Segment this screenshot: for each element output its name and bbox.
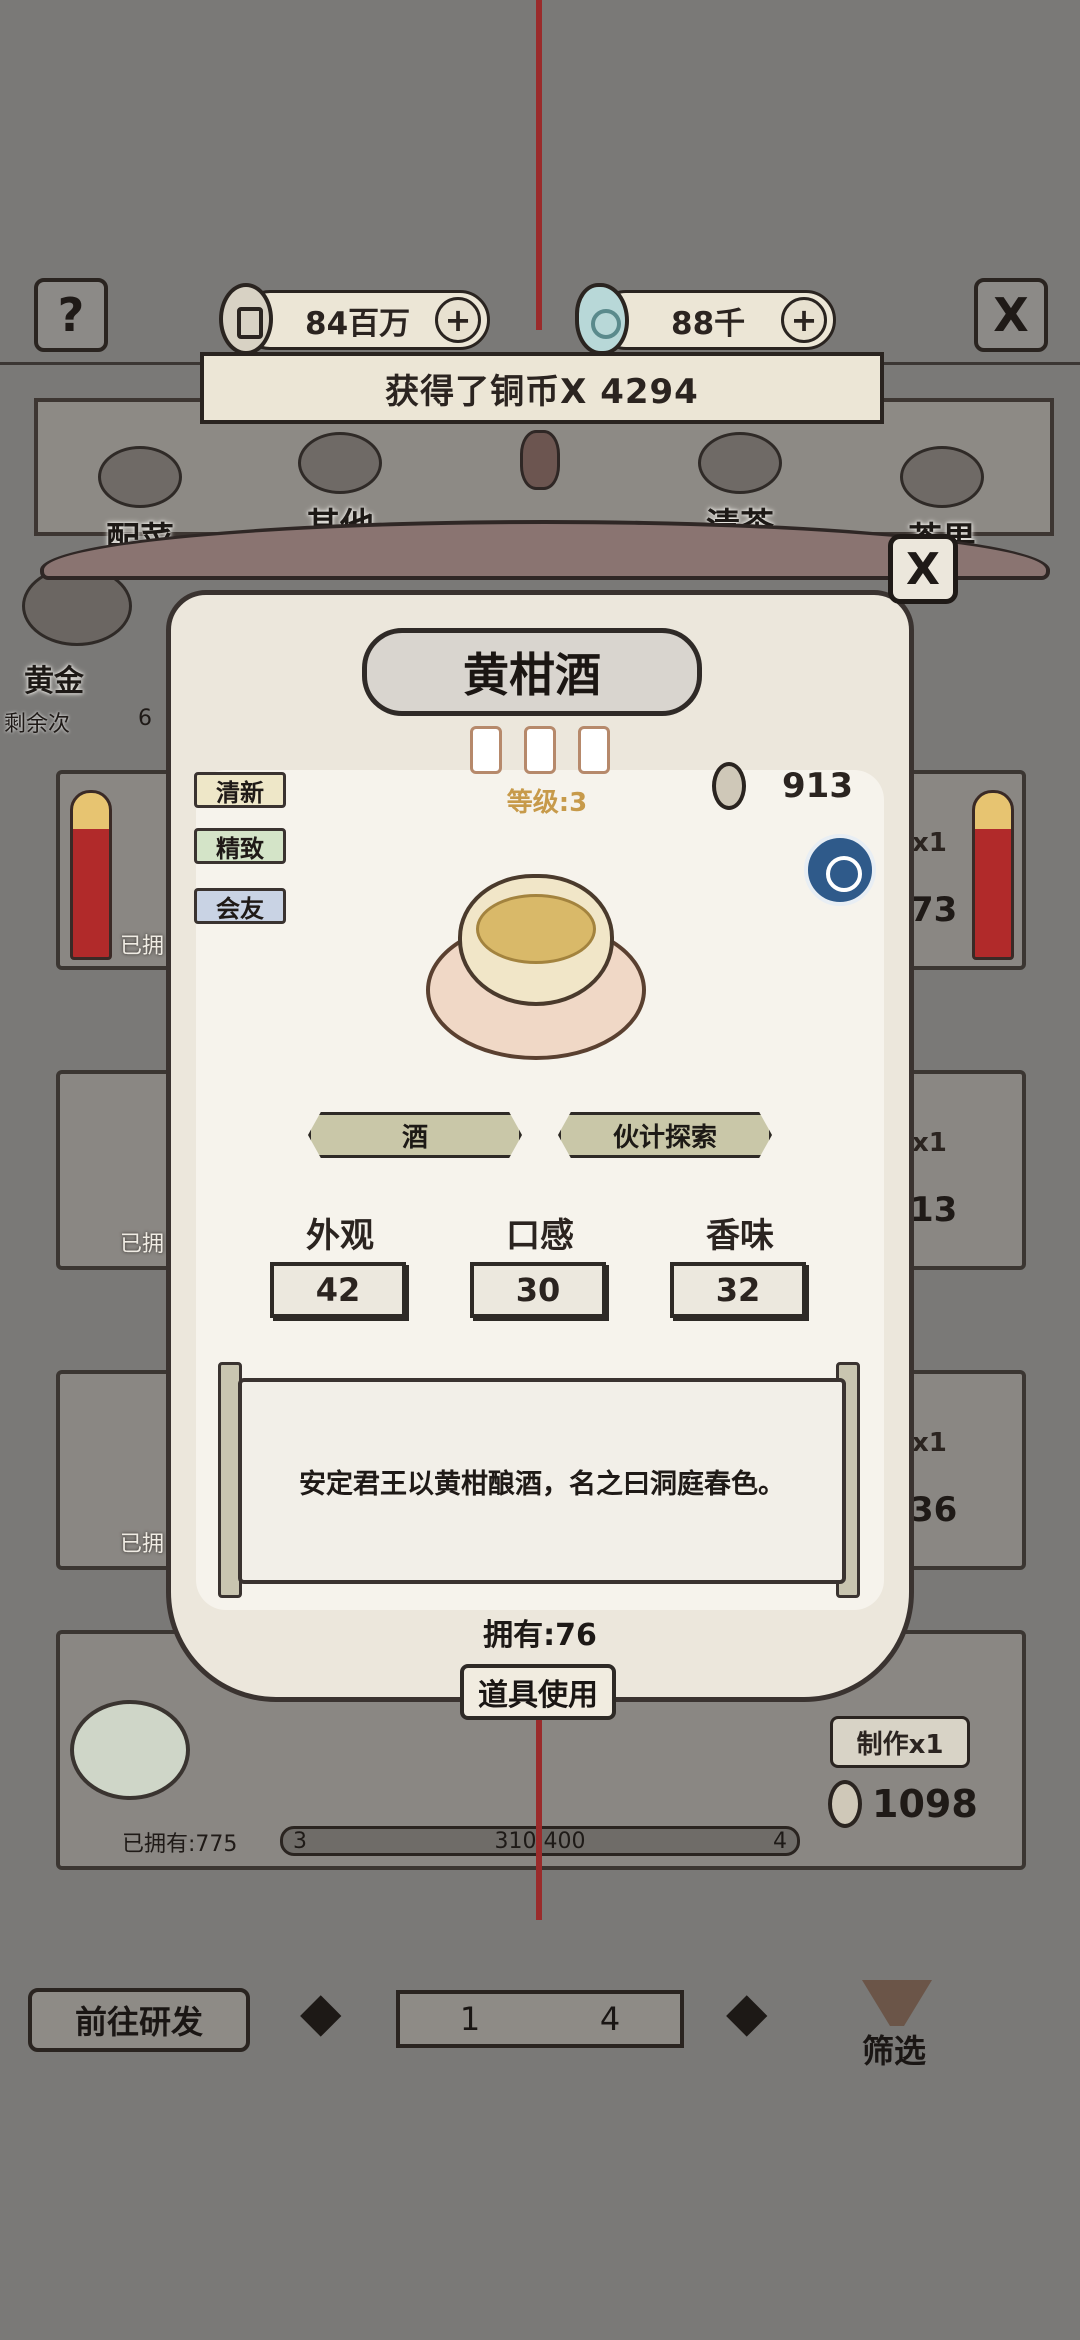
hanging-cord [536,0,542,330]
copper-plus-button[interactable]: + [435,297,481,343]
page-total: 4 [599,2000,621,2038]
partial-item-name: 黄金 [24,664,84,699]
funnel-icon [862,1980,932,2026]
card-price: 13 [910,1190,958,1230]
remaining-count-label: 剩余次 [4,712,71,737]
pager: 1 4 [396,1990,684,2048]
category-wine-button[interactable]: 酒 [308,1112,522,1158]
hanging-cord-bottom [536,1700,542,1920]
worker-explore-button[interactable]: 伙计探索 [558,1112,772,1158]
stat-value-taste: 30 [470,1262,606,1318]
copper-amount: 84百万 [305,305,411,342]
level-lanterns [470,726,610,774]
dish-level: 等级:3 [506,788,588,818]
coin-icon [828,1780,862,1828]
tag-fresh: 清新 [194,772,286,808]
snack-icon [900,446,984,508]
next-page-icon[interactable]: ◆ [726,1980,768,2043]
coin-icon [712,762,746,810]
wine-image [476,894,596,964]
make-badge: x1 [912,828,947,858]
stat-label-appearance: 外观 [306,1216,374,1256]
owned-count: 拥有:76 [483,1618,597,1653]
make-button[interactable]: 制作x1 [830,1716,970,1768]
ornament-knob [520,430,560,490]
bowl-icon [298,432,382,494]
lantern-icon [524,726,556,774]
lantern-icon [470,726,502,774]
help-icon[interactable]: ? [34,278,108,352]
goto-research-button[interactable]: 前往研发 [28,1988,250,2052]
copper-coin-icon [219,283,273,355]
filter-button[interactable]: 筛选 [862,1980,932,2072]
tassel-right [972,790,1014,960]
share-icon[interactable] [804,834,876,906]
card-price: 73 [910,890,958,930]
dish-description: 安定君王以黄柑酿酒，名之曰洞庭春色。 [238,1378,846,1584]
owned-label: 已拥 [120,1532,165,1557]
owned-label: 已拥 [120,1232,165,1257]
tag-delicate: 精致 [194,828,286,864]
stat-value-aroma: 32 [670,1262,806,1318]
tassel-left [70,790,112,960]
side-dish-icon [98,446,182,508]
jade-plus-button[interactable]: + [781,297,827,343]
stat-value-appearance: 42 [270,1262,406,1318]
dish-title: 黄柑酒 [362,628,702,716]
reward-notice: 获得了铜币X 4294 [200,352,884,424]
recipe-price: 1098 [828,1780,978,1828]
page-current: 1 [459,2000,481,2038]
stat-label-taste: 口感 [506,1216,574,1256]
dish-price: 913 [712,762,853,810]
remaining-count-digit: 6 [138,706,152,731]
use-item-button[interactable]: 道具使用 [460,1664,616,1720]
close-icon[interactable]: X [888,534,958,604]
tea-icon [698,432,782,494]
owned-count: 已拥有:775 [122,1832,238,1857]
jade-icon [575,283,629,355]
close-icon[interactable]: X [974,278,1048,352]
tea-bowl-icon [70,1700,190,1800]
copper-currency: 84百万 + [219,283,490,355]
level-from: 3 [293,1828,307,1854]
owned-label: 已拥 [120,934,165,959]
card-price: 36 [910,1490,958,1530]
stat-label-aroma: 香味 [706,1216,774,1256]
tag-social: 会友 [194,888,286,924]
make-badge: x1 [912,1128,947,1158]
lantern-icon [578,726,610,774]
make-badge: x1 [912,1428,947,1458]
jade-currency: 88千 + [575,283,836,355]
level-to: 4 [772,1828,787,1854]
jade-amount: 88千 [671,305,746,342]
prev-page-icon[interactable]: ◆ [300,1980,342,2043]
